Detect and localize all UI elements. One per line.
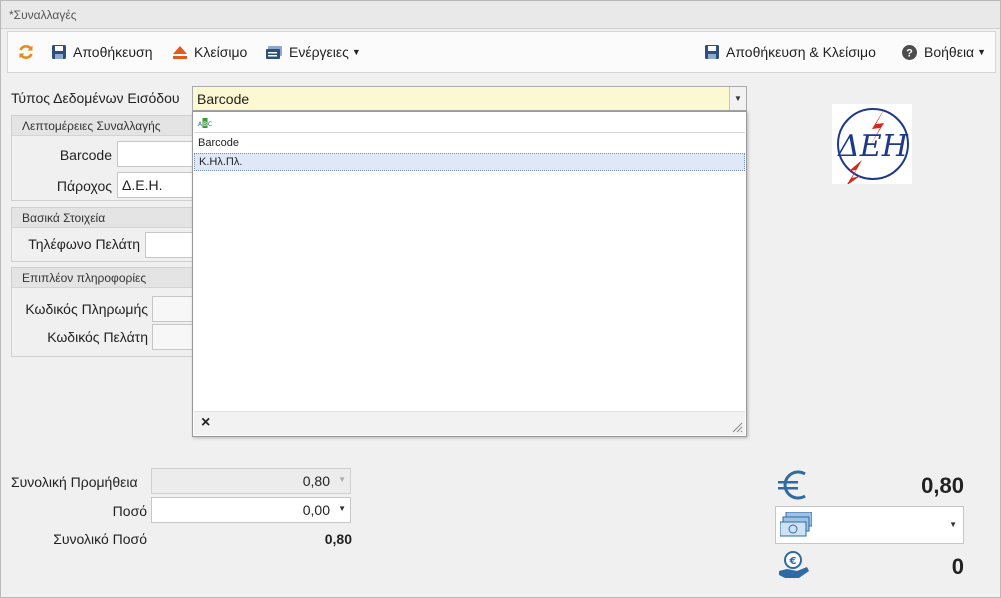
chevron-down-icon: ▼ xyxy=(351,47,361,57)
provider-label: Πάροχος xyxy=(56,178,112,194)
actions-menu-button[interactable]: Ενέργειες ▼ xyxy=(266,32,361,72)
save-button[interactable]: Αποθήκευση xyxy=(52,32,152,72)
dropdown-filter-input[interactable]: A B C xyxy=(194,113,745,133)
payment-code-label: Κωδικός Πληρωμής xyxy=(25,301,148,317)
window-title: *Συναλλαγές xyxy=(1,1,1000,29)
transactions-window: *Συναλλαγές Αποθήκευση Κλείσιμο Ενέργειε… xyxy=(0,0,1001,598)
save-icon xyxy=(705,45,719,59)
group-title: Βασικά Στοιχεία xyxy=(12,208,200,228)
amount-value: 0,00 xyxy=(302,502,330,518)
deh-logo: ΔΕΗ xyxy=(832,104,912,184)
abc-icon: A B C xyxy=(198,118,212,128)
refresh-button[interactable] xyxy=(18,32,41,72)
close-label: Κλείσιμο xyxy=(194,44,248,60)
dropdown-option-khlpl[interactable]: Κ.Ηλ.Πλ. xyxy=(194,153,745,171)
amount-label: Ποσό xyxy=(112,503,147,519)
total-commission-label: Συνολική Προμήθεια xyxy=(11,474,138,490)
help-menu-button[interactable]: ? Βοήθεια ▼ xyxy=(902,32,986,72)
resize-grip-icon[interactable] xyxy=(731,421,743,433)
chevron-down-icon: ▼ xyxy=(338,475,346,484)
total-amount-value: 0,80 xyxy=(324,531,352,547)
close-button[interactable]: Κλείσιμο xyxy=(173,32,247,72)
customer-code-label: Κωδικός Πελάτη xyxy=(47,329,148,345)
abc-icon-letter: C xyxy=(208,121,212,128)
help-label: Βοήθεια xyxy=(924,44,975,60)
save-close-label: Αποθήκευση & Κλείσιμο xyxy=(726,44,876,60)
banknotes-icon xyxy=(780,512,812,537)
toolbar: Αποθήκευση Κλείσιμο Ενέργειες ▼ Αποθήκευ… xyxy=(7,31,996,73)
refresh-icon xyxy=(19,45,33,59)
save-icon xyxy=(52,45,66,59)
save-label: Αποθήκευση xyxy=(73,44,153,60)
chevron-down-icon: ▼ xyxy=(977,47,987,57)
input-type-combo[interactable]: Barcode ▼ xyxy=(192,86,747,111)
eject-icon xyxy=(173,45,187,59)
dropdown-footer: × xyxy=(194,411,745,435)
svg-text:?: ? xyxy=(906,47,913,59)
group-title: Λεπτομέρειες Συναλλαγής xyxy=(12,116,200,136)
actions-label: Ενέργειες xyxy=(289,44,349,60)
chevron-down-icon[interactable]: ▼ xyxy=(949,520,957,529)
actions-icon xyxy=(266,45,282,59)
total-commission-value: 0,80 xyxy=(302,473,330,489)
help-icon: ? xyxy=(902,44,917,60)
group-transaction-details: Λεπτομέρειες Συναλλαγής Barcode Πάροχος … xyxy=(11,115,207,201)
group-extra-info: Επιπλέον πληροφορίες Κωδικός Πληρωμής Κω… xyxy=(11,267,202,357)
amount-input[interactable]: 0,00 ▼ xyxy=(151,497,351,523)
input-type-value: Barcode xyxy=(197,91,250,107)
euro-amount: 0,80 xyxy=(921,473,964,498)
payment-method-combo[interactable]: ▼ xyxy=(775,506,964,544)
dropdown-option-barcode[interactable]: Barcode xyxy=(194,135,745,153)
coin-hand-icon: € xyxy=(779,551,809,578)
close-icon[interactable]: × xyxy=(201,414,210,432)
group-title: Επιπλέον πληροφορίες xyxy=(12,268,200,288)
abc-icon-letter: B xyxy=(203,121,207,128)
svg-text:€: € xyxy=(789,556,797,567)
deh-logo-text: ΔΕΗ xyxy=(837,129,909,164)
chevron-down-icon[interactable]: ▼ xyxy=(729,87,746,110)
chevron-down-icon[interactable]: ▼ xyxy=(338,504,346,513)
euro-icon xyxy=(778,470,806,500)
input-type-label: Τύπος Δεδομένων Εισόδου xyxy=(11,90,180,106)
total-amount-label: Συνολικό Ποσό xyxy=(53,531,147,547)
coins-value: 0 xyxy=(951,554,964,579)
input-type-dropdown: A B C Barcode Κ.Ηλ.Πλ. × xyxy=(192,111,747,437)
group-basic-info: Βασικά Στοιχεία Τηλέφωνο Πελάτη xyxy=(11,207,205,262)
barcode-label: Barcode xyxy=(59,147,112,163)
customer-phone-label: Τηλέφωνο Πελάτη xyxy=(28,236,140,252)
save-close-button[interactable]: Αποθήκευση & Κλείσιμο xyxy=(705,32,876,72)
total-commission-input: 0,80 ▼ xyxy=(151,468,351,494)
